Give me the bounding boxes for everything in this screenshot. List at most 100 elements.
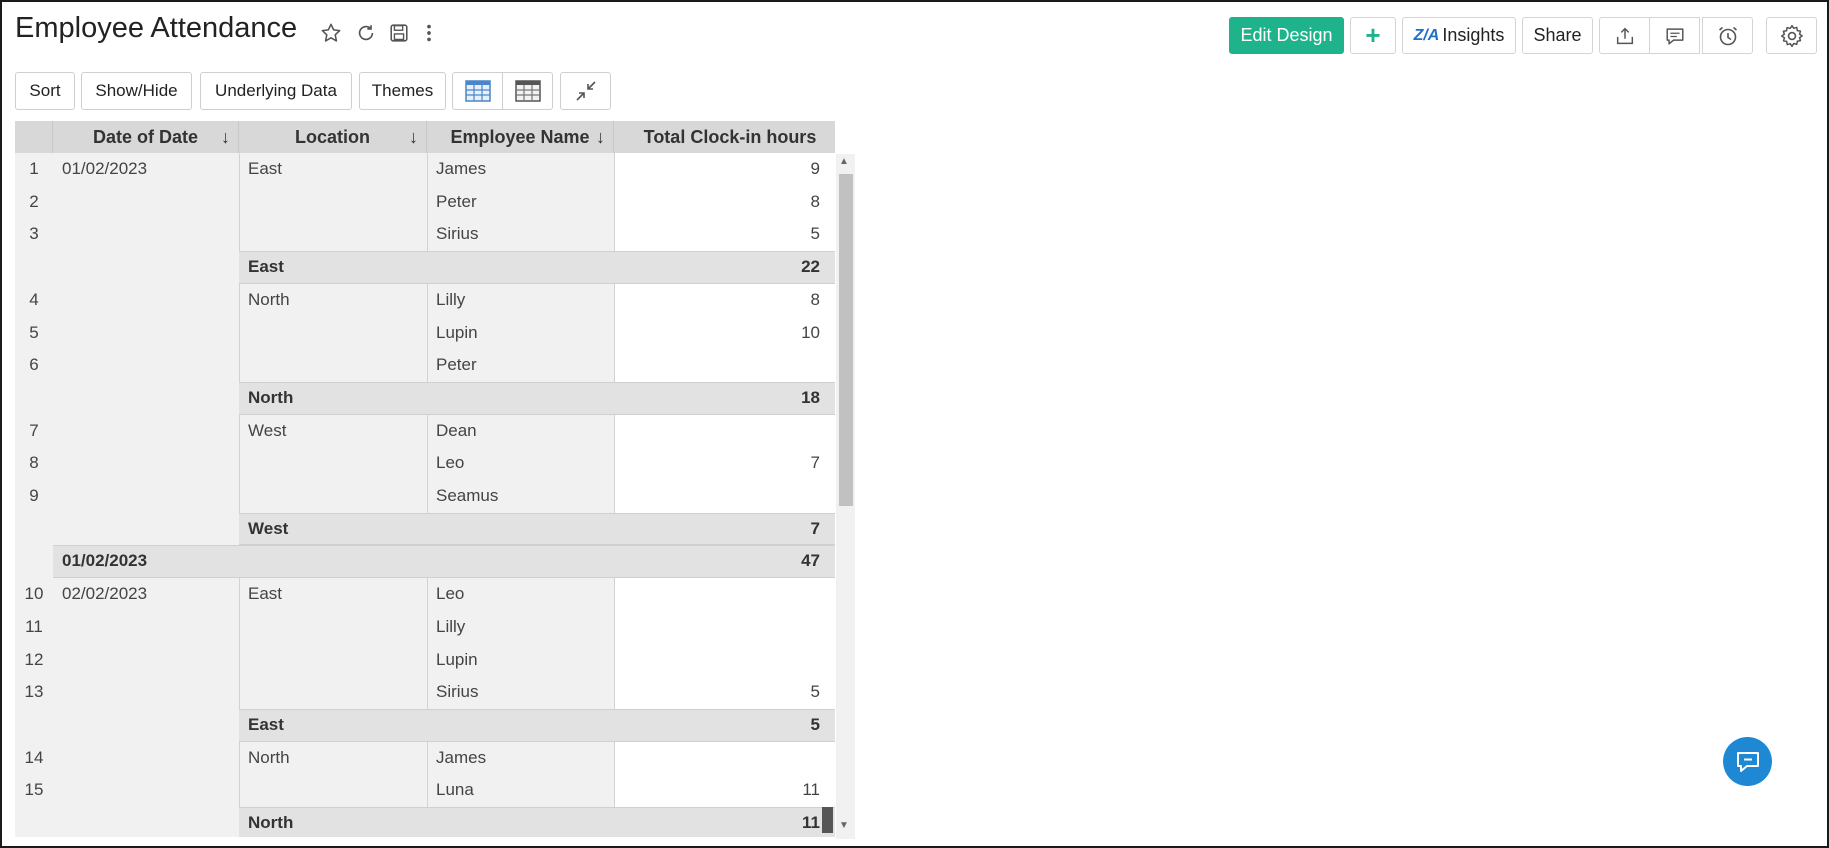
subtotal-label: North bbox=[248, 387, 294, 407]
row-number: 9 bbox=[29, 486, 39, 505]
hours-cell-bg bbox=[615, 480, 828, 513]
table-view-icon[interactable] bbox=[452, 72, 503, 110]
scroll-up-arrow-icon[interactable]: ▲ bbox=[839, 156, 849, 167]
column-header[interactable]: Total Clock-in hours bbox=[614, 121, 835, 153]
column-header[interactable]: Location ↓ bbox=[239, 121, 427, 153]
row-number: 14 bbox=[24, 747, 44, 767]
comment-icon[interactable] bbox=[1649, 17, 1700, 54]
sort-arrow-icon[interactable]: ↓ bbox=[409, 127, 418, 148]
header-corner bbox=[15, 121, 53, 153]
row-number: 10 bbox=[24, 584, 44, 604]
save-icon[interactable] bbox=[386, 20, 412, 46]
employee-name-cell: Leo bbox=[436, 453, 465, 473]
employee-name-cell: Dean bbox=[436, 420, 477, 440]
share-button[interactable]: Share bbox=[1522, 17, 1593, 54]
column-header-label: Total Clock-in hours bbox=[643, 126, 817, 147]
page-title: Employee Attendance bbox=[15, 12, 298, 44]
hours-cell: 7 bbox=[810, 453, 820, 473]
underlying-data-button[interactable]: Underlying Data bbox=[200, 72, 352, 110]
hours-cell-bg bbox=[615, 578, 828, 611]
hours-cell: 9 bbox=[810, 159, 820, 178]
subtotal-label: North bbox=[248, 813, 294, 832]
hours-cell-bg bbox=[615, 643, 828, 677]
edit-design-button[interactable]: Edit Design bbox=[1229, 17, 1344, 54]
date-subtotal-value: 47 bbox=[801, 551, 820, 571]
sort-arrow-icon[interactable]: ↓ bbox=[221, 127, 230, 148]
alarm-icon[interactable] bbox=[1702, 17, 1753, 54]
subtotal-value: 18 bbox=[801, 387, 820, 407]
gear-icon[interactable] bbox=[1766, 17, 1817, 54]
row-number: 2 bbox=[29, 191, 39, 211]
employee-name-cell: Sirius bbox=[436, 682, 479, 702]
employee-name-cell: Luna bbox=[436, 780, 474, 800]
hours-cell: 5 bbox=[810, 224, 820, 244]
subtotal-value: 7 bbox=[810, 518, 820, 538]
row-number: 6 bbox=[29, 355, 39, 375]
row-number: 5 bbox=[29, 322, 39, 342]
employee-name-cell: James bbox=[436, 747, 487, 767]
scrollbar-thumb[interactable] bbox=[839, 174, 853, 506]
pivot-table: Date of Date ↓ Location ↓ Employee Name ↓ Tota… bbox=[15, 121, 835, 837]
sort-arrow-icon[interactable]: ↓ bbox=[596, 127, 605, 148]
row-number: 4 bbox=[29, 289, 39, 309]
row-number: 12 bbox=[24, 649, 44, 669]
location-cell: East bbox=[248, 584, 283, 604]
insights-button[interactable]: Z/A Insights bbox=[1402, 17, 1516, 54]
hours-cell: 10 bbox=[801, 322, 820, 342]
location-cell: West bbox=[248, 420, 287, 440]
column-header-label: Employee Name bbox=[450, 126, 590, 147]
employee-name-cell: Lilly bbox=[436, 289, 466, 309]
column-header-label: Location bbox=[295, 126, 370, 147]
star-icon[interactable] bbox=[318, 20, 344, 46]
subtotal-label: East bbox=[248, 257, 284, 277]
hours-cell: 5 bbox=[810, 682, 820, 702]
employee-name-cell: Lilly bbox=[436, 616, 466, 636]
scroll-down-arrow-icon[interactable]: ▼ bbox=[839, 820, 849, 831]
hours-cell-bg bbox=[615, 349, 828, 382]
column-header[interactable]: Employee Name ↓ bbox=[427, 121, 614, 153]
pivot-view-icon[interactable] bbox=[502, 72, 553, 110]
row-number: 15 bbox=[24, 780, 44, 800]
employee-name-cell: Lupin bbox=[436, 649, 478, 669]
hours-cell-bg bbox=[615, 741, 828, 775]
date-cell: 01/02/2023 bbox=[62, 159, 148, 178]
hours-cell: 11 bbox=[802, 780, 820, 800]
chat-button[interactable] bbox=[1723, 737, 1772, 786]
show-hide-button[interactable]: Show/Hide bbox=[81, 72, 192, 110]
employee-name-cell: Peter bbox=[436, 191, 477, 211]
location-cell: North bbox=[248, 289, 290, 309]
row-number: 3 bbox=[29, 224, 39, 244]
location-cell: East bbox=[248, 159, 283, 178]
date-cell: 02/02/2023 bbox=[62, 584, 148, 604]
employee-name-cell: Seamus bbox=[436, 486, 499, 505]
themes-button[interactable]: Themes bbox=[359, 72, 446, 110]
hours-cell: 8 bbox=[810, 191, 820, 211]
hours-cell-bg bbox=[615, 414, 828, 448]
sort-button[interactable]: Sort bbox=[15, 72, 75, 110]
export-icon[interactable] bbox=[1599, 17, 1650, 54]
row-number: 1 bbox=[29, 159, 39, 178]
hours-cell-bg bbox=[615, 610, 828, 644]
employee-name-cell: Lupin bbox=[436, 322, 478, 342]
add-button[interactable]: + bbox=[1350, 17, 1396, 54]
column-header-label: Date of Date bbox=[92, 126, 199, 147]
location-cell: North bbox=[248, 747, 290, 767]
subtotal-value: 5 bbox=[810, 714, 820, 734]
refresh-icon[interactable] bbox=[353, 20, 379, 46]
row-number: 13 bbox=[24, 682, 44, 702]
insights-icon: Z/A bbox=[1413, 26, 1440, 44]
hours-cell: 8 bbox=[810, 289, 820, 309]
column-header[interactable]: Date of Date ↓ bbox=[53, 121, 239, 153]
collapse-icon[interactable] bbox=[560, 72, 611, 110]
column-resize-handle[interactable] bbox=[822, 807, 833, 833]
more-vertical-icon[interactable] bbox=[416, 20, 442, 46]
subtotal-label: East bbox=[248, 714, 284, 734]
employee-name-cell: James bbox=[436, 159, 487, 178]
employee-name-cell: Leo bbox=[436, 584, 465, 604]
insights-label: Insights bbox=[1442, 25, 1505, 45]
subtotal-value: 22 bbox=[801, 257, 820, 277]
employee-name-cell: Peter bbox=[436, 355, 477, 375]
date-subtotal-label: 01/02/2023 bbox=[62, 551, 148, 571]
chat-icon bbox=[1736, 751, 1759, 772]
row-number: 7 bbox=[29, 420, 39, 440]
